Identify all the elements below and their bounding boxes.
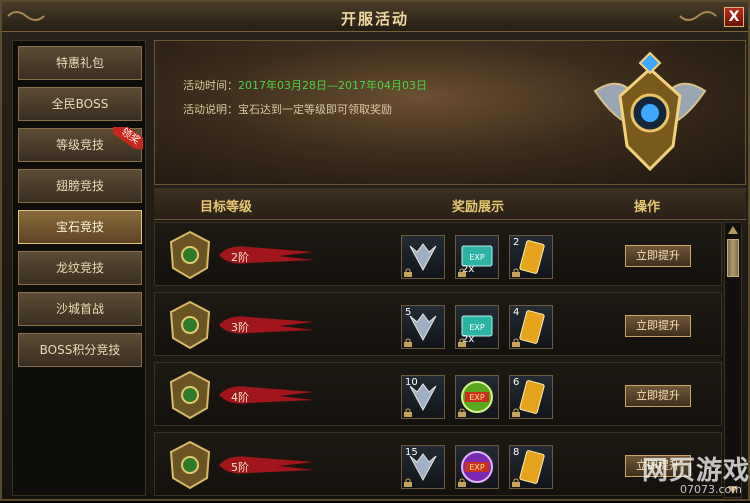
svg-text:EXP: EXP: [469, 323, 485, 332]
sidebar-item-special-pack[interactable]: 特惠礼包: [18, 46, 142, 80]
svg-text:EXP: EXP: [469, 463, 485, 472]
reward-item-gold-card[interactable]: 4: [509, 305, 553, 349]
reward-item-exp-ticket[interactable]: EXP 2x: [455, 235, 499, 279]
reward-item-arrow[interactable]: 10: [401, 375, 445, 419]
reward-item-exp-ticket[interactable]: EXP 2x: [455, 305, 499, 349]
sidebar: 特惠礼包 全民BOSS 等级竞技 领奖 翅膀竞技 宝石竞技 龙纹竞技 沙城首战 …: [12, 40, 146, 496]
table-row: 2阶 EXP 2x 2 立即提升: [154, 222, 722, 286]
sidebar-item-dragon-race[interactable]: 龙纹竞技: [18, 251, 142, 285]
lock-icon: [458, 478, 466, 487]
svg-text:EXP: EXP: [469, 253, 485, 262]
gem-emblem-icon: [593, 51, 707, 172]
sidebar-item-wing-race[interactable]: 翅膀竞技: [18, 169, 142, 203]
lock-icon: [458, 338, 466, 347]
gem-medal-icon: [169, 440, 211, 490]
scrollbar[interactable]: [724, 222, 742, 498]
event-description: 活动说明：宝石达到一定等级即可领取奖励: [183, 103, 392, 116]
gem-medal-icon: [169, 230, 211, 280]
reward-item-gold-card[interactable]: 2: [509, 235, 553, 279]
reward-item-arrow[interactable]: [401, 235, 445, 279]
gem-medal-icon: [169, 300, 211, 350]
level-label: 3阶: [231, 321, 249, 334]
level-label: 4阶: [231, 391, 249, 404]
lock-icon: [404, 408, 412, 417]
lock-icon: [404, 268, 412, 277]
scroll-thumb[interactable]: [727, 239, 739, 277]
upgrade-button[interactable]: 立即提升: [625, 385, 691, 407]
header-reward: 奖励展示: [452, 200, 505, 215]
upgrade-button[interactable]: 立即提升: [625, 455, 691, 477]
lock-icon: [404, 478, 412, 487]
reward-item-gold-card[interactable]: 8: [509, 445, 553, 489]
scroll-up-icon[interactable]: [727, 225, 739, 235]
scroll-down-icon[interactable]: [727, 485, 739, 495]
lock-icon: [458, 268, 466, 277]
sidebar-item-castle-war[interactable]: 沙城首战: [18, 292, 142, 326]
lock-icon: [512, 338, 520, 347]
ornament-icon: [679, 11, 717, 21]
reward-badge: 领奖: [113, 127, 143, 149]
svg-text:EXP: EXP: [469, 393, 485, 402]
sidebar-item-level-race[interactable]: 等级竞技 领奖: [18, 127, 143, 162]
lock-icon: [458, 408, 466, 417]
upgrade-button[interactable]: 立即提升: [625, 315, 691, 337]
lock-icon: [512, 268, 520, 277]
reward-list: 2阶 EXP 2x 2 立即提升 3阶 5 EXP 2x 4 立即提升 4阶 1…: [154, 222, 722, 503]
close-button[interactable]: X: [724, 7, 744, 27]
activity-window: 开服活动 X 特惠礼包 全民BOSS 等级竞技 领奖 翅膀竞技 宝石竞技 龙纹竞…: [0, 0, 750, 501]
sidebar-item-world-boss[interactable]: 全民BOSS: [18, 87, 142, 121]
level-label: 2阶: [231, 251, 249, 264]
table-header: 目标等级 奖励展示 操作: [154, 188, 746, 220]
reward-item-arrow[interactable]: 15: [401, 445, 445, 489]
lock-icon: [404, 338, 412, 347]
title-bar: 开服活动 X: [2, 2, 748, 32]
reward-item-arrow[interactable]: 5: [401, 305, 445, 349]
header-action: 操作: [634, 200, 661, 215]
level-label: 5阶: [231, 461, 249, 474]
table-row: 3阶 5 EXP 2x 4 立即提升: [154, 292, 722, 356]
upgrade-button[interactable]: 立即提升: [625, 245, 691, 267]
window-title: 开服活动: [340, 10, 409, 28]
reward-item-gold-card[interactable]: 6: [509, 375, 553, 419]
table-row: 5阶 15 EXP 8 立即提升: [154, 432, 722, 496]
sidebar-item-gem-race[interactable]: 宝石竞技: [18, 210, 142, 244]
event-time: 活动时间：2017年03月28日—2017年04月03日: [183, 79, 427, 92]
lock-icon: [512, 478, 520, 487]
table-row: 4阶 10 EXP 6 立即提升: [154, 362, 722, 426]
event-banner: 活动时间：2017年03月28日—2017年04月03日 活动说明：宝石达到一定…: [154, 40, 746, 185]
lock-icon: [512, 408, 520, 417]
sidebar-item-boss-points[interactable]: BOSS积分竞技: [18, 333, 142, 367]
gem-medal-icon: [169, 370, 211, 420]
reward-item-exp-purple[interactable]: EXP: [455, 445, 499, 489]
reward-item-exp-orb[interactable]: EXP: [455, 375, 499, 419]
header-target-level: 目标等级: [200, 200, 253, 215]
